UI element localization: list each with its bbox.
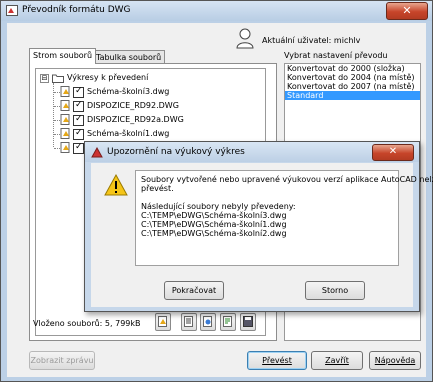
transmittal-icon [203, 316, 212, 327]
tab-file-tree[interactable]: Strom souborů [29, 48, 97, 64]
convert-button-label: Převést [262, 356, 292, 365]
window-title: Převodník formátu DWG [22, 5, 131, 15]
add-file-icon [158, 316, 167, 327]
dwg-file-icon [60, 142, 70, 153]
new-list-icon [223, 316, 232, 327]
collapse-icon[interactable]: ⊟ [40, 74, 49, 83]
close-button[interactable]: Zavřít [311, 351, 363, 370]
dwg-file-icon [60, 128, 70, 139]
dialog-close-button[interactable]: ✕ [372, 144, 414, 161]
drawings-folder-icon [52, 74, 64, 83]
dwg-file-icon [60, 100, 70, 111]
dialog-client: Soubory vytvořené nebo upravené výukovou… [91, 163, 433, 307]
message-line: C:\TEMP\eDWG\Schéma-školní3.dwg [141, 211, 287, 220]
message-line: Následující soubory nebyly převedeny: [141, 202, 296, 211]
dialog-title: Upozornění na výukový výkres [107, 147, 245, 157]
warning-icon [104, 174, 128, 196]
close-button-label: Zavřít [325, 356, 349, 365]
dwg-file-icon [60, 114, 70, 125]
file-checkbox[interactable] [73, 128, 84, 140]
message-line: Soubory vytvořené nebo upravené výukovou… [141, 175, 433, 184]
autocad-icon [91, 147, 103, 158]
open-list-button[interactable] [181, 313, 197, 331]
transmittal-button[interactable] [200, 313, 216, 331]
tab-label: Strom souborů [33, 51, 93, 60]
message-box: Soubory vytvořené nebo upravené výukovou… [135, 170, 433, 266]
window-close-button[interactable]: ✕ [386, 2, 428, 20]
current-user-label: Aktuální uživatel: michlv [262, 36, 361, 45]
tab-label: Tabulka souborů [96, 53, 162, 62]
help-button[interactable]: Nápověda [369, 351, 421, 370]
save-list-icon [243, 316, 253, 327]
file-checkbox[interactable] [73, 142, 84, 154]
add-file-button[interactable] [155, 313, 171, 331]
dwg-file-icon [60, 86, 70, 97]
new-list-button[interactable] [220, 313, 236, 331]
help-button-label: Nápověda [374, 356, 416, 365]
continue-button[interactable]: Pokračovat [164, 281, 224, 300]
title-bar[interactable]: Převodník formátu DWG ✕ [1, 1, 432, 21]
show-report-button[interactable]: Zobrazit zprávu [29, 351, 95, 370]
message-line: převést. [141, 184, 174, 193]
file-checkbox[interactable] [73, 86, 84, 98]
save-list-button[interactable] [240, 313, 256, 331]
converter-window: Převodník formátu DWG ✕ Aktuální uživate… [0, 0, 433, 382]
preset-list-label: Vybrat nastavení převodu [284, 51, 388, 60]
user-icon [236, 28, 254, 49]
convert-button[interactable]: Převést [247, 351, 307, 370]
tree-item-label: DISPOZICE_RD92.DWG [87, 101, 179, 110]
tree-item-label: Schéma-školní3.dwg [87, 87, 170, 96]
preset-item[interactable]: Konvertovat do 2007 (na místě) [285, 82, 420, 91]
dialog-title-bar[interactable]: Upozornění na výukový výkres ✕ [85, 142, 419, 162]
preset-item[interactable]: Konvertovat do 2000 (složka) [285, 64, 420, 73]
app-icon [6, 5, 18, 16]
educational-drawing-warning-dialog: Upozornění na výukový výkres ✕ Soubory v… [84, 141, 433, 312]
file-checkbox[interactable] [73, 100, 84, 112]
tree-item-label: Schéma-školní1.dwg [87, 129, 170, 138]
file-checkbox[interactable] [73, 114, 84, 126]
cancel-button[interactable]: Storno [305, 281, 365, 300]
open-list-icon [184, 316, 193, 327]
tree-root-label: Výkresy k převedení [67, 73, 149, 82]
message-line: C:\TEMP\eDWG\Schéma-školní2.dwg [141, 229, 287, 238]
tab-file-table[interactable]: Tabulka souborů [92, 50, 166, 64]
file-count-status: Vloženo souborů: 5, 799kB [33, 319, 141, 328]
preset-item-selected[interactable]: Standard [285, 91, 420, 100]
preset-item[interactable]: Konvertovat do 2004 (na místě) [285, 73, 420, 82]
message-line: C:\TEMP\eDWG\Schéma-školní1.dwg [141, 220, 287, 229]
tree-item-label: DISPOZICE_RD92a.DWG [87, 115, 184, 124]
